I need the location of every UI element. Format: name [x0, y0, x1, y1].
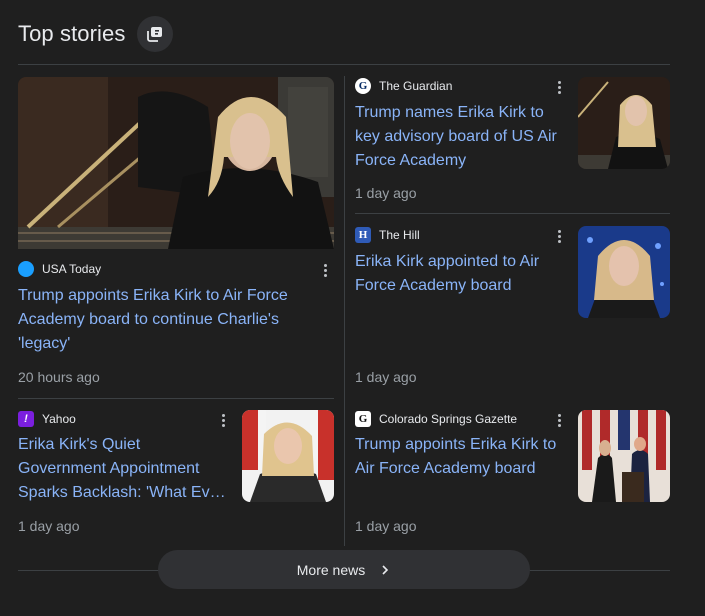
usatoday-icon [18, 261, 34, 277]
source-name: The Hill [379, 228, 420, 242]
column-divider [344, 76, 345, 546]
headline-line-1: Erika Kirk's Quiet [18, 436, 141, 453]
story-card-guardian[interactable]: G The Guardian Trump names Erika Kirk to… [355, 77, 670, 207]
story-card-yahoo[interactable]: ! Yahoo Erika Kirk's Quiet Government Ap… [18, 410, 334, 540]
top-stories-header: Top stories [18, 16, 174, 52]
more-options-icon[interactable] [553, 412, 565, 428]
view-more-stories-button[interactable] [137, 16, 174, 52]
story-timestamp: 1 day ago [355, 369, 417, 385]
row-divider [18, 398, 334, 399]
more-options-icon[interactable] [319, 262, 331, 278]
source-name: USA Today [42, 262, 102, 276]
more-options-icon[interactable] [217, 412, 229, 428]
story-card-usatoday[interactable]: USA Today Trump appoints Erika Kirk to A… [18, 77, 334, 387]
story-headline[interactable]: Trump appoints Erika Kirk to Air Force A… [18, 284, 308, 356]
source-name: Yahoo [42, 412, 76, 426]
story-timestamp: 1 day ago [18, 518, 80, 534]
story-card-gazette[interactable]: G Colorado Springs Gazette Trump appoint… [355, 410, 670, 540]
story-headline[interactable]: Erika Kirk appointed to Air Force Academ… [355, 250, 565, 298]
stacked-cards-icon [147, 27, 163, 42]
story-timestamp: 20 hours ago [18, 369, 100, 385]
guardian-icon: G [355, 78, 371, 94]
yahoo-icon: ! [18, 411, 34, 427]
more-news-button[interactable]: More news [158, 550, 530, 589]
more-options-icon[interactable] [553, 228, 565, 244]
chevron-right-icon [379, 564, 391, 576]
section-title: Top stories [18, 21, 126, 46]
story-thumbnail-hill[interactable] [578, 226, 670, 318]
story-image-usatoday[interactable] [18, 77, 334, 249]
source-name: The Guardian [379, 79, 453, 93]
source-name: Colorado Springs Gazette [379, 412, 518, 426]
story-headline[interactable]: Trump names Erika Kirk to key advisory b… [355, 101, 565, 173]
story-thumbnail-guardian[interactable] [578, 77, 670, 169]
story-timestamp: 1 day ago [355, 185, 417, 201]
more-options-icon[interactable] [553, 79, 565, 95]
story-thumbnail-yahoo[interactable] [242, 410, 334, 502]
header-divider [18, 64, 670, 65]
headline-line-2: Government Appointment [18, 460, 200, 477]
row-divider [355, 213, 670, 214]
story-thumbnail-gazette[interactable] [578, 410, 670, 502]
story-headline[interactable]: Trump appoints Erika Kirk to Air Force A… [355, 433, 567, 481]
story-card-hill[interactable]: H The Hill Erika Kirk appointed to Air F… [355, 226, 670, 386]
headline-line-3: Sparks Backlash: 'What Ev… [18, 484, 226, 501]
more-news-label: More news [296, 561, 366, 578]
gazette-icon: G [355, 411, 371, 427]
hill-icon: H [355, 227, 371, 243]
story-headline[interactable]: Erika Kirk's Quiet Government Appointmen… [18, 433, 230, 505]
story-timestamp: 1 day ago [355, 518, 417, 534]
